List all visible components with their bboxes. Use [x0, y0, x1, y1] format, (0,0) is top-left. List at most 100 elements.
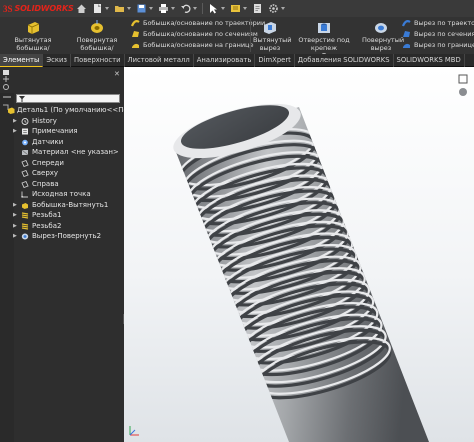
bolt-model[interactable]: [124, 67, 474, 442]
tree-item[interactable]: ▶ Резьба1: [5, 210, 123, 221]
swept-cut-label: Вырез по траектории: [414, 19, 474, 27]
tree-item[interactable]: ▶ Бобышка-Вытянуть1: [5, 200, 123, 211]
boundary-boss-button[interactable]: Бобышка/основание на границе: [131, 41, 253, 49]
new-document-icon[interactable]: [92, 3, 103, 14]
heads-up-toolbar: [456, 71, 470, 131]
print-icon[interactable]: [158, 3, 169, 14]
extrude-icon: [21, 202, 29, 209]
new-dropdown-caret[interactable]: [105, 7, 109, 10]
expand-arrow-icon[interactable]: ▶: [13, 126, 17, 136]
tab-sketch[interactable]: Эскиз: [43, 54, 71, 67]
home-icon[interactable]: [76, 3, 87, 14]
tree-item-label: History: [32, 116, 57, 125]
expand-arrow-icon[interactable]: ▶: [13, 116, 17, 126]
tree-item[interactable]: Датчики: [5, 137, 123, 148]
tree-item[interactable]: Материал <не указан>: [5, 147, 123, 158]
graphics-viewport[interactable]: [124, 67, 474, 442]
hole-wizard-button[interactable]: Отверстие под крепеж: [288, 19, 360, 56]
tree-item[interactable]: Сверху: [5, 168, 123, 179]
swept-boss-label: Бобышка/основание по траектории: [143, 19, 266, 27]
view-orientation-icon[interactable]: [458, 74, 468, 84]
revolve-cut-icon: [21, 233, 29, 240]
tab-addins[interactable]: Добавления SOLIDWORKS: [295, 54, 394, 67]
feature-tree: Деталь1 (По умолчанию<<По ▶ History ▶ Приме…: [5, 105, 128, 242]
save-icon[interactable]: [136, 3, 147, 14]
expand-arrow-icon[interactable]: ▶: [13, 200, 17, 210]
swept-cut-button[interactable]: Вырез по траектории: [401, 19, 474, 27]
tree-item-label: Сверху: [32, 169, 59, 177]
expand-arrow-icon[interactable]: ▶: [13, 231, 17, 241]
select-dropdown-caret[interactable]: [221, 7, 225, 10]
tree-item-label: Материал <не указан>: [32, 148, 119, 156]
ribbon-separator: [250, 19, 251, 52]
tab-features[interactable]: Элементы: [0, 54, 44, 67]
tree-item[interactable]: ▶ Резьба2: [5, 221, 123, 232]
tree-filter-input[interactable]: [16, 94, 120, 103]
tree-item-label: Бобышка-Вытянуть1: [32, 200, 109, 209]
swept-cut-icon: [401, 19, 411, 27]
boundary-cut-button[interactable]: Вырез по границе: [402, 41, 474, 49]
swept-boss-button[interactable]: Бобышка/основание по траектории: [130, 19, 266, 27]
tree-item-label: Датчики: [32, 137, 64, 146]
tree-root[interactable]: Деталь1 (По умолчанию<<По: [5, 105, 128, 116]
tree-root-label: Деталь1 (По умолчанию<<По: [17, 106, 128, 114]
select-arrow-icon[interactable]: [208, 3, 219, 14]
lofted-cut-button[interactable]: Вырез по сечениям: [402, 30, 474, 38]
options-dropdown-caret[interactable]: [281, 7, 285, 10]
feature-manager-panel: ✕ Деталь1 (По умолчанию<<По ▶ History ▶ При…: [0, 67, 128, 442]
boundary-boss-icon: [131, 41, 140, 49]
tree-item[interactable]: ▶ Вырез-Повернуть2: [5, 231, 123, 242]
panel-close-icon[interactable]: ✕: [114, 70, 120, 78]
material-icon: [21, 149, 29, 156]
tab-surfaces[interactable]: Поверхности: [71, 54, 125, 67]
undo-dropdown-caret[interactable]: [193, 7, 197, 10]
lofted-boss-icon: [131, 30, 140, 38]
boundary-cut-label: Вырез по границе: [414, 41, 474, 49]
tab-sheet-metal[interactable]: Листовой металл: [125, 54, 194, 67]
brand-name: SOLIDWORKS: [14, 4, 74, 13]
tree-item-label: Вырез-Повернуть2: [32, 232, 102, 240]
tree-item[interactable]: ▶ Примечания: [5, 126, 123, 137]
command-manager-tabs: Элементы Эскиз Поверхности Листовой мета…: [0, 54, 474, 67]
display-style-icon[interactable]: [458, 87, 468, 97]
revolved-cut-icon: [373, 19, 389, 35]
tree-item[interactable]: ▶ History: [5, 116, 123, 127]
revolved-cut-button[interactable]: Повернутый вырез: [362, 19, 404, 52]
save-dropdown-caret[interactable]: [149, 7, 153, 10]
tab-mbd[interactable]: SOLIDWORKS MBD: [394, 54, 465, 67]
extruded-cut-button[interactable]: Вытянутый вырез: [253, 19, 292, 52]
ds-logo-mark: 3S: [3, 3, 13, 14]
tree-item-label: Резьба2: [32, 221, 62, 230]
lofted-cut-icon: [402, 30, 411, 38]
file-properties-icon[interactable]: [252, 3, 263, 14]
tree-item-label: Примечания: [32, 127, 78, 135]
tab-dimxpert[interactable]: DimXpert: [255, 54, 295, 67]
tree-item[interactable]: Спереди: [5, 158, 123, 169]
tree-item-label: Исходная точка: [32, 190, 91, 198]
expand-arrow-icon[interactable]: ▶: [13, 221, 17, 231]
tab-evaluate[interactable]: Анализировать: [194, 54, 256, 67]
expand-arrow-icon[interactable]: ▶: [13, 210, 17, 220]
title-bar: 3S SOLIDWORKS: [0, 0, 474, 17]
tree-item[interactable]: Справа: [5, 179, 123, 190]
filter-funnel-icon: [19, 96, 25, 102]
plane-icon: [21, 159, 29, 167]
undo-icon[interactable]: [180, 3, 191, 14]
axis-triad-icon: [129, 426, 139, 436]
lofted-boss-button[interactable]: Бобышка/основание по сечениям: [131, 30, 258, 38]
options-gear-icon[interactable]: [268, 3, 279, 14]
open-folder-icon[interactable]: [114, 3, 125, 14]
panel-tab-icons: ✕: [0, 67, 124, 93]
extruded-boss-icon: [25, 19, 41, 35]
revolved-boss-icon: [89, 19, 105, 35]
open-dropdown-caret[interactable]: [127, 7, 131, 10]
origin-icon: [21, 191, 29, 198]
rebuild-icon[interactable]: [230, 3, 241, 14]
solidworks-logo[interactable]: 3S SOLIDWORKS: [0, 0, 74, 17]
tree-items: ▶ History ▶ Примечания Датчики Материал <не у…: [5, 116, 123, 242]
hole-wizard-label: Отверстие под крепеж: [298, 36, 350, 52]
print-dropdown-caret[interactable]: [171, 7, 175, 10]
rebuild-dropdown-caret[interactable]: [243, 7, 247, 10]
annotations-icon: [21, 128, 29, 135]
tree-item[interactable]: Исходная точка: [5, 189, 123, 200]
